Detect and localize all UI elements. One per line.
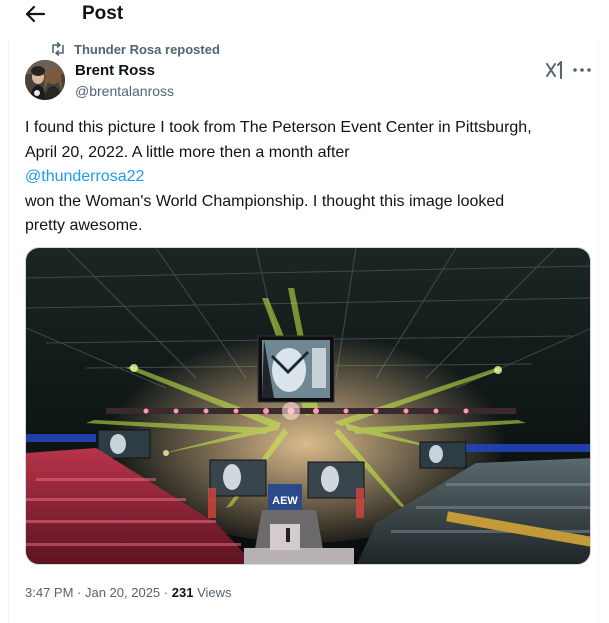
- tweet-text-line: pretty awesome.: [25, 217, 143, 234]
- grok-button[interactable]: [545, 60, 565, 80]
- column-border-left: [8, 40, 9, 623]
- views-label: Views: [197, 585, 232, 600]
- repost-icon: [52, 42, 64, 56]
- separator: ·: [73, 585, 85, 600]
- arena-photo: AEW: [26, 248, 590, 564]
- tweet-text: I found this picture I took from The Pet…: [25, 116, 590, 239]
- tweet-text-line: April 20, 2022. A little more then a mon…: [25, 143, 350, 161]
- tweet-meta: 3:47 PM · Jan 20, 2025 · 231 Views: [25, 585, 232, 600]
- separator: ·: [160, 585, 172, 600]
- tweet-date[interactable]: Jan 20, 2025: [85, 585, 160, 600]
- back-button[interactable]: [22, 2, 48, 26]
- tweet-time[interactable]: 3:47 PM: [25, 585, 73, 600]
- avatar[interactable]: [25, 60, 65, 100]
- grok-icon: [546, 61, 562, 79]
- column-border-right: [598, 40, 599, 623]
- page-title: Post: [82, 3, 124, 24]
- tweet-text-line: I found this picture I took from The Pet…: [25, 119, 532, 136]
- avatar-photo: [25, 60, 65, 100]
- arrow-left-icon: [25, 5, 46, 23]
- aew-logo: AEW: [272, 495, 298, 507]
- views-count: 231: [171, 585, 194, 600]
- more-horizontal-icon: [573, 68, 591, 72]
- tweet-text-line: won the Woman's World Championship. I th…: [25, 192, 505, 210]
- repost-label: Thunder Rosa reposted: [74, 41, 220, 57]
- repost-indicator[interactable]: Thunder Rosa reposted: [50, 40, 220, 58]
- author-name[interactable]: Brent Ross: [75, 62, 155, 79]
- page-header: Post: [0, 0, 609, 34]
- author-handle[interactable]: @brentalanross: [75, 83, 174, 99]
- tweet-media-image[interactable]: AEW: [25, 247, 591, 565]
- more-options-button[interactable]: [572, 62, 592, 78]
- mention-link[interactable]: @thunderrosa22: [25, 165, 590, 190]
